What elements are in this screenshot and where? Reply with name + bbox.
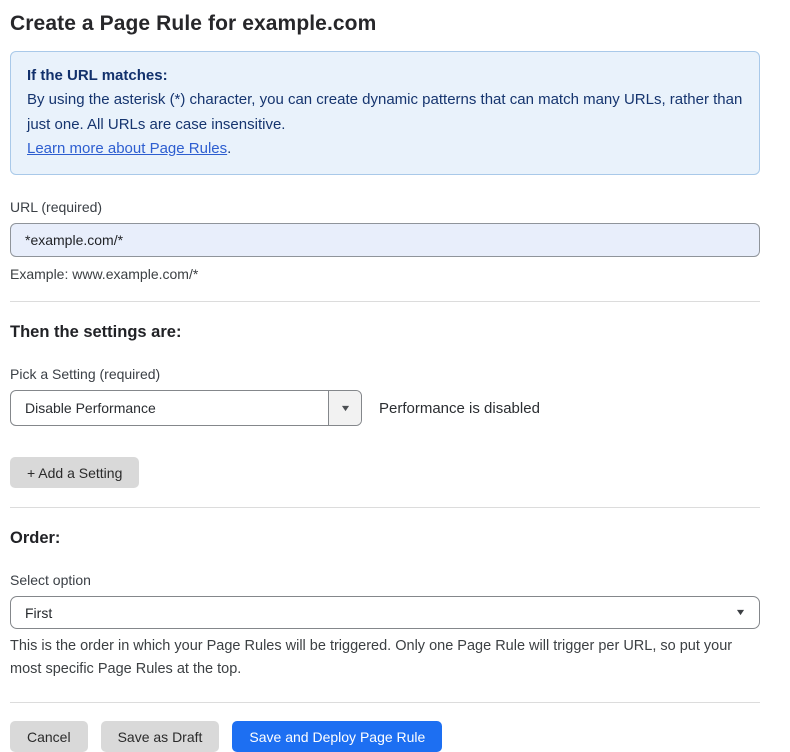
add-setting-button[interactable]: + Add a Setting [10,457,139,488]
url-input[interactable] [10,223,760,257]
chevron-down-icon: ▼ [735,608,747,617]
divider [10,702,760,703]
setting-select[interactable]: Disable Performance ▼ [10,390,362,426]
page-rule-form: Create a Page Rule for example.com If th… [0,0,790,752]
order-select-label: Select option [10,572,760,588]
divider [10,301,760,302]
order-select-value: First [25,605,52,621]
url-match-info-box: If the URL matches: By using the asteris… [10,51,760,175]
setting-select-value: Disable Performance [11,391,328,425]
order-help-text: This is the order in which your Page Rul… [10,635,750,680]
page-title: Create a Page Rule for example.com [10,12,760,36]
save-as-draft-button[interactable]: Save as Draft [101,721,220,752]
setting-picker-label: Pick a Setting (required) [10,366,760,382]
divider [10,507,760,508]
info-box-body-text: By using the asterisk (*) character, you… [27,91,742,132]
setting-picker-row: Disable Performance ▼ Performance is dis… [10,390,760,426]
setting-select-arrow-button[interactable]: ▼ [328,391,361,425]
save-and-deploy-button[interactable]: Save and Deploy Page Rule [232,721,442,752]
footer-button-row: Cancel Save as Draft Save and Deploy Pag… [10,721,760,752]
url-example-text: Example: www.example.com/* [10,264,760,285]
order-select[interactable]: First ▼ [10,596,760,629]
url-field-label: URL (required) [10,199,760,215]
info-box-heading: If the URL matches: [27,64,743,88]
settings-section-heading: Then the settings are: [10,323,760,342]
link-suffix: . [227,140,231,157]
setting-status-text: Performance is disabled [379,400,540,417]
info-box-body: By using the asterisk (*) character, you… [27,88,743,161]
order-section-heading: Order: [10,529,760,548]
cancel-button[interactable]: Cancel [10,721,88,752]
learn-more-link[interactable]: Learn more about Page Rules [27,140,227,157]
chevron-down-icon: ▼ [339,404,351,413]
